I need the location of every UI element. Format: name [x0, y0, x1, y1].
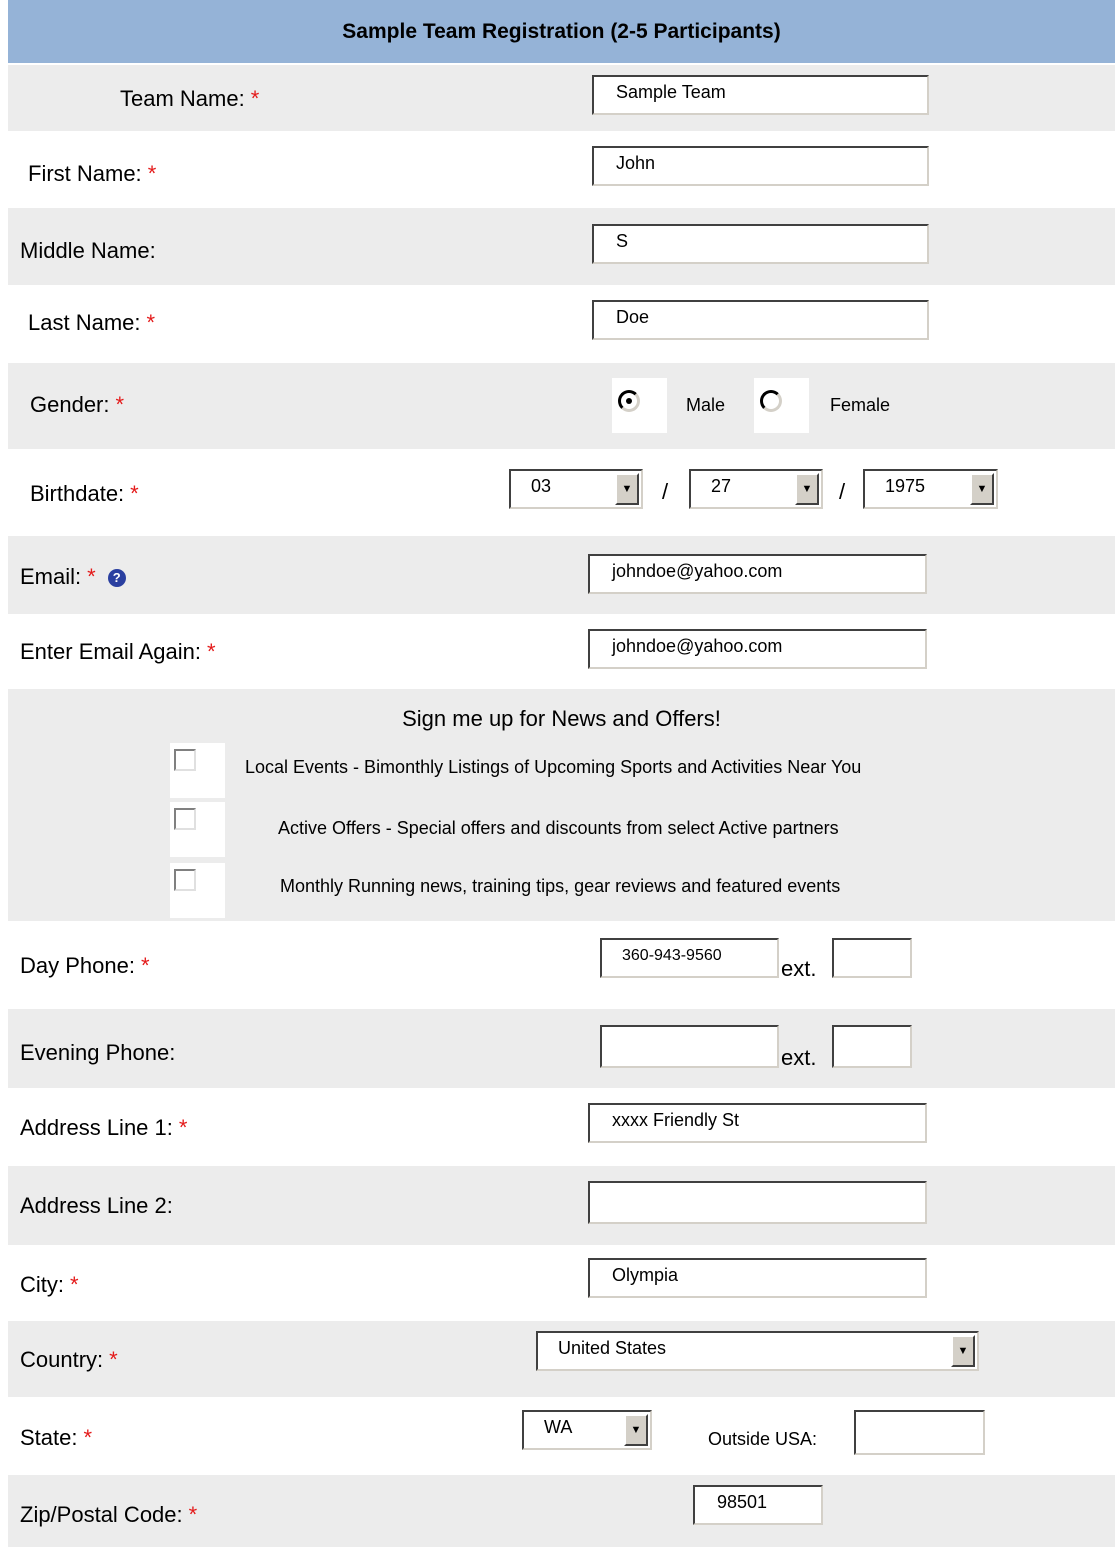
row-evening-phone: Evening Phone: ext.	[8, 1009, 1115, 1088]
dropdown-arrow-icon[interactable]: ▼	[615, 473, 639, 505]
evening-phone-ext-input[interactable]	[832, 1025, 912, 1068]
newsletter-option-label: Local Events - Bimonthly Listings of Upc…	[245, 757, 862, 777]
last-name-label: Last Name: *	[28, 310, 156, 335]
dropdown-arrow-icon[interactable]: ▼	[624, 1414, 648, 1446]
newsletter-option-cell	[170, 802, 225, 857]
dropdown-arrow-icon[interactable]: ▼	[795, 473, 819, 505]
gender-male-cell	[612, 378, 667, 433]
day-phone-input[interactable]: 360-943-9560	[600, 938, 779, 978]
radio-selected-dot	[626, 398, 632, 404]
newsletter-running-news-checkbox[interactable]	[174, 869, 196, 891]
first-name-input[interactable]: John	[592, 146, 929, 186]
team-name-input[interactable]: Sample Team	[592, 75, 929, 115]
address2-label: Address Line 2:	[20, 1193, 173, 1218]
state-label: State: *	[20, 1425, 93, 1450]
birth-day-select[interactable]: 27 ▼	[689, 469, 823, 509]
form-title: Sample Team Registration (2-5 Participan…	[342, 19, 781, 43]
evening-phone-label: Evening Phone:	[20, 1040, 176, 1065]
row-email-again: Enter Email Again: * johndoe@yahoo.com	[8, 614, 1115, 689]
newsletter-heading: Sign me up for News and Offers!	[402, 706, 721, 731]
newsletter-option-label: Active Offers - Special offers and disco…	[278, 818, 839, 838]
gender-female-cell	[754, 378, 809, 433]
form-header: Sample Team Registration (2-5 Participan…	[8, 0, 1115, 63]
middle-name-label: Middle Name:	[20, 238, 156, 263]
newsletter-active-offers-checkbox[interactable]	[174, 808, 196, 830]
date-separator: /	[839, 479, 846, 504]
state-select[interactable]: WA ▼	[522, 1410, 652, 1450]
help-icon[interactable]: ?	[107, 569, 126, 588]
evening-phone-input[interactable]	[600, 1025, 779, 1068]
gender-male-label: Male	[686, 395, 726, 415]
ext-label: ext.	[781, 1045, 817, 1070]
outside-usa-label: Outside USA:	[708, 1429, 818, 1449]
ext-label: ext.	[781, 956, 817, 981]
last-name-input[interactable]: Doe	[592, 300, 929, 340]
email-label: Email: *?	[20, 564, 126, 590]
middle-name-input[interactable]: S	[592, 224, 929, 264]
row-first-name: First Name: * John	[8, 131, 1115, 208]
newsletter-local-events-checkbox[interactable]	[174, 749, 196, 771]
row-state: State: * WA ▼ Outside USA:	[8, 1397, 1115, 1475]
address1-input[interactable]: xxxx Friendly St	[588, 1103, 927, 1143]
city-input[interactable]: Olympia	[588, 1258, 927, 1298]
row-team-name: Team Name: * Sample Team	[8, 65, 1115, 131]
row-zip: Zip/Postal Code: * 98501	[8, 1475, 1115, 1547]
gender-female-label: Female	[830, 395, 891, 415]
birth-month-value: 03	[531, 476, 552, 496]
gender-male-radio[interactable]	[618, 390, 640, 412]
birthdate-label: Birthdate: *	[30, 481, 139, 506]
dropdown-arrow-icon[interactable]: ▼	[951, 1335, 975, 1367]
birth-year-select[interactable]: 1975 ▼	[863, 469, 998, 509]
date-separator: /	[662, 479, 669, 504]
state-value: WA	[544, 1417, 573, 1437]
newsletter-option-cell	[170, 863, 225, 918]
first-name-label: First Name: *	[28, 161, 157, 186]
row-address1: Address Line 1: * xxxx Friendly St	[8, 1088, 1115, 1166]
row-last-name: Last Name: * Doe	[8, 285, 1115, 363]
city-label: City: *	[20, 1272, 79, 1297]
gender-label: Gender: *	[30, 392, 125, 417]
gender-female-radio[interactable]	[760, 390, 782, 412]
country-value: United States	[558, 1338, 667, 1358]
row-gender: Gender: * Male Female	[8, 363, 1115, 449]
country-select[interactable]: United States ▼	[536, 1331, 979, 1371]
row-country: Country: * United States ▼	[8, 1321, 1115, 1397]
address1-label: Address Line 1: *	[20, 1115, 188, 1140]
outside-usa-input[interactable]	[854, 1410, 985, 1455]
birth-year-value: 1975	[885, 476, 926, 496]
row-birthdate: Birthdate: * 03 ▼ / 27 ▼ / 1975 ▼	[8, 449, 1115, 536]
row-day-phone: Day Phone: * 360-943-9560 ext.	[8, 921, 1115, 1009]
row-email: Email: *? johndoe@yahoo.com	[8, 536, 1115, 614]
email-again-input[interactable]: johndoe@yahoo.com	[588, 629, 927, 669]
newsletter-section: Sign me up for News and Offers! Local Ev…	[8, 689, 1115, 921]
day-phone-ext-input[interactable]	[832, 938, 912, 978]
zip-label: Zip/Postal Code: *	[20, 1502, 198, 1527]
birth-day-value: 27	[711, 476, 732, 496]
team-name-label: Team Name: *	[120, 86, 260, 111]
email-input[interactable]: johndoe@yahoo.com	[588, 554, 927, 594]
email-again-label: Enter Email Again: *	[20, 639, 216, 664]
newsletter-option-cell	[170, 743, 225, 798]
dropdown-arrow-icon[interactable]: ▼	[970, 473, 994, 505]
zip-input[interactable]: 98501	[693, 1485, 823, 1525]
row-address2: Address Line 2:	[8, 1166, 1115, 1245]
row-middle-name: Middle Name: S	[8, 208, 1115, 285]
birth-month-select[interactable]: 03 ▼	[509, 469, 643, 509]
country-label: Country: *	[20, 1347, 118, 1372]
newsletter-option-label: Monthly Running news, training tips, gea…	[280, 876, 841, 896]
row-city: City: * Olympia	[8, 1245, 1115, 1321]
day-phone-label: Day Phone: *	[20, 953, 150, 978]
address2-input[interactable]	[588, 1181, 927, 1224]
